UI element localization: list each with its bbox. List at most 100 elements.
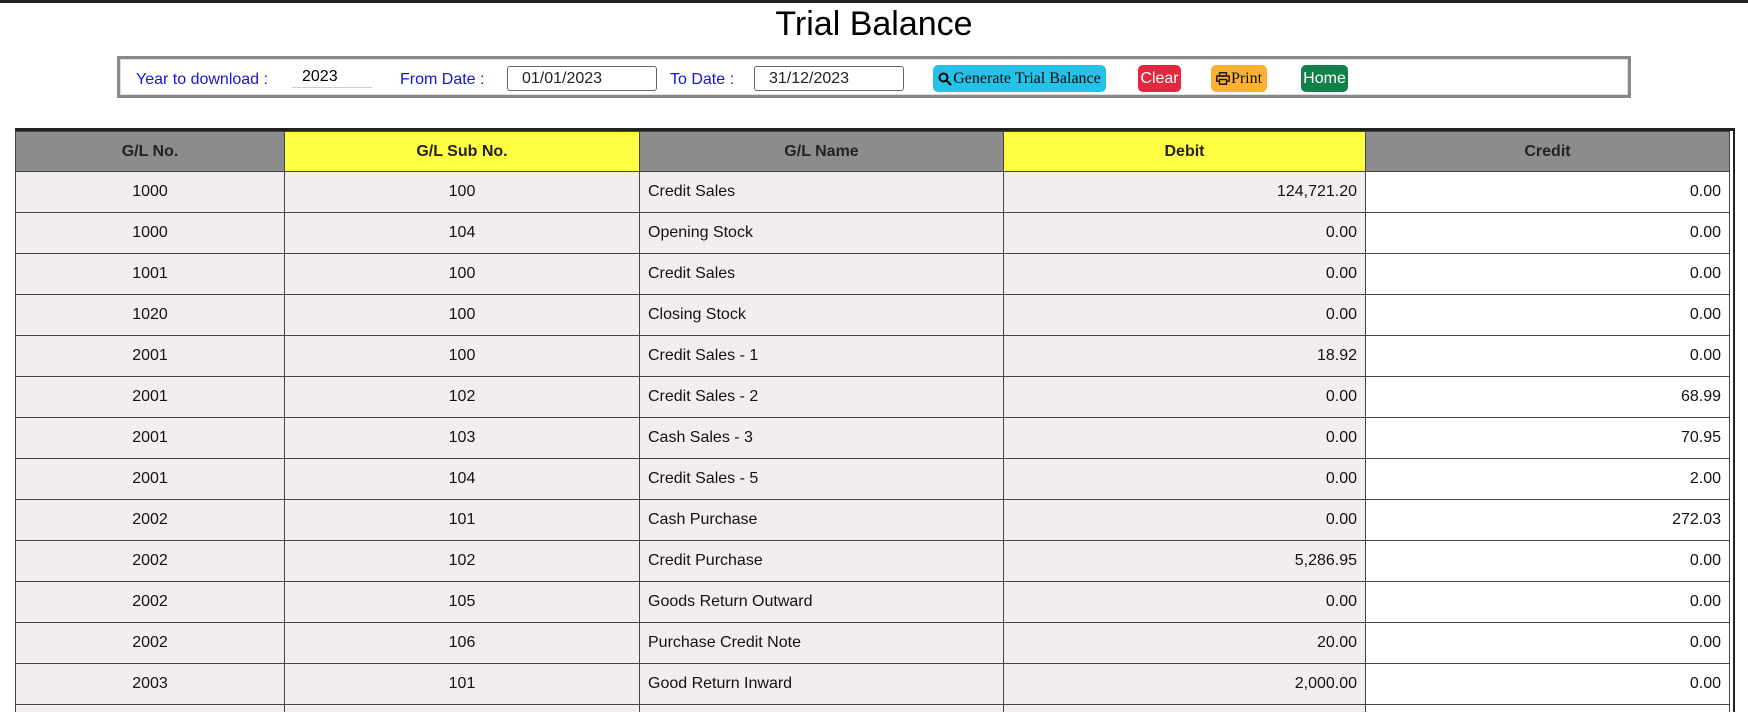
print-button-label: Print <box>1230 69 1263 87</box>
gl-no-cell: 2002 <box>15 499 285 541</box>
table-row: 2002 105 Goods Return Outward 0.00 0.00 <box>15 581 1730 623</box>
gl-sub-no-cell: 101 <box>284 663 640 705</box>
clear-button-label: Clear <box>1140 69 1179 87</box>
gl-sub-no-cell: 100 <box>284 171 640 213</box>
gl-name-cell <box>639 704 1004 712</box>
table-row <box>15 704 1730 712</box>
gl-name-cell: Goods Return Outward <box>639 581 1004 623</box>
table-row: 1000 104 Opening Stock 0.00 0.00 <box>15 212 1730 254</box>
gl-no-cell: 1000 <box>15 212 285 254</box>
debit-cell: 124,721.20 <box>1003 171 1366 213</box>
gl-sub-no-cell: 100 <box>284 253 640 295</box>
debit-cell: 0.00 <box>1003 499 1366 541</box>
column-header-gl-name: G/L Name <box>639 131 1004 172</box>
gl-sub-no-cell: 104 <box>284 212 640 254</box>
credit-cell: 0.00 <box>1365 581 1730 623</box>
gl-name-cell: Credit Sales - 1 <box>639 335 1004 377</box>
table-row: 2002 102 Credit Purchase 5,286.95 0.00 <box>15 540 1730 582</box>
gl-sub-no-cell: 104 <box>284 458 640 500</box>
debit-cell: 0.00 <box>1003 253 1366 295</box>
gl-no-cell: 2001 <box>15 458 285 500</box>
credit-cell: 272.03 <box>1365 499 1730 541</box>
home-button[interactable]: Home <box>1301 65 1348 92</box>
filter-toolbar: Year to download : From Date : To Date :… <box>117 56 1631 98</box>
gl-no-cell: 2002 <box>15 540 285 582</box>
credit-cell <box>1365 704 1730 712</box>
debit-cell: 0.00 <box>1003 376 1366 418</box>
print-button[interactable]: Print <box>1211 65 1267 92</box>
debit-cell: 0.00 <box>1003 212 1366 254</box>
gl-no-cell: 1020 <box>15 294 285 336</box>
gl-no-cell: 1000 <box>15 171 285 213</box>
gl-sub-no-cell: 101 <box>284 499 640 541</box>
debit-cell: 0.00 <box>1003 294 1366 336</box>
gl-name-cell: Cash Sales - 3 <box>639 417 1004 459</box>
credit-cell: 0.00 <box>1365 622 1730 664</box>
table-body: 1000 100 Credit Sales 124,721.20 0.00 1000 104… <box>15 171 1730 712</box>
trial-balance-table-container: G/L No. G/L Sub No. G/L Name Debit Credi… <box>15 128 1735 712</box>
debit-cell: 18.92 <box>1003 335 1366 377</box>
gl-no-cell: 2001 <box>15 335 285 377</box>
generate-trial-balance-button[interactable]: Generate Trial Balance <box>933 65 1106 92</box>
credit-cell: 0.00 <box>1365 212 1730 254</box>
gl-no-cell: 2001 <box>15 376 285 418</box>
gl-sub-no-cell: 102 <box>284 376 640 418</box>
credit-cell: 0.00 <box>1365 663 1730 705</box>
gl-name-cell: Credit Sales - 5 <box>639 458 1004 500</box>
gl-no-cell: 2002 <box>15 581 285 623</box>
gl-no-cell: 2001 <box>15 417 285 459</box>
home-button-label: Home <box>1303 69 1346 87</box>
credit-cell: 0.00 <box>1365 294 1730 336</box>
debit-cell: 0.00 <box>1003 581 1366 623</box>
gl-sub-no-cell: 103 <box>284 417 640 459</box>
to-date-input[interactable] <box>754 66 904 91</box>
credit-cell: 0.00 <box>1365 171 1730 213</box>
column-header-credit: Credit <box>1365 131 1730 172</box>
gl-sub-no-cell: 100 <box>284 294 640 336</box>
credit-cell: 0.00 <box>1365 540 1730 582</box>
gl-no-cell: 1001 <box>15 253 285 295</box>
credit-cell: 0.00 <box>1365 253 1730 295</box>
credit-cell: 2.00 <box>1365 458 1730 500</box>
top-border-line <box>0 0 1748 3</box>
clear-button[interactable]: Clear <box>1138 65 1181 92</box>
gl-name-cell: Purchase Credit Note <box>639 622 1004 664</box>
credit-cell: 0.00 <box>1365 335 1730 377</box>
printer-icon <box>1216 72 1230 85</box>
generate-button-label: Generate Trial Balance <box>953 69 1101 87</box>
gl-name-cell: Credit Sales - 2 <box>639 376 1004 418</box>
table-row: 1001 100 Credit Sales 0.00 0.00 <box>15 253 1730 295</box>
gl-no-cell: 2002 <box>15 622 285 664</box>
gl-name-cell: Cash Purchase <box>639 499 1004 541</box>
table-row: 2003 101 Good Return Inward 2,000.00 0.00 <box>15 663 1730 705</box>
credit-cell: 70.95 <box>1365 417 1730 459</box>
column-header-gl-sub-no: G/L Sub No. <box>284 131 640 172</box>
gl-name-cell: Good Return Inward <box>639 663 1004 705</box>
debit-cell <box>1003 704 1366 712</box>
gl-name-cell: Credit Sales <box>639 171 1004 213</box>
trial-balance-table: G/L No. G/L Sub No. G/L Name Debit Credi… <box>15 131 1730 712</box>
gl-no-cell: 2003 <box>15 663 285 705</box>
gl-sub-no-cell: 106 <box>284 622 640 664</box>
table-row: 2002 101 Cash Purchase 0.00 272.03 <box>15 499 1730 541</box>
search-icon <box>938 72 953 86</box>
gl-sub-no-cell: 100 <box>284 335 640 377</box>
table-row: 2001 100 Credit Sales - 1 18.92 0.00 <box>15 335 1730 377</box>
table-row: 2001 102 Credit Sales - 2 0.00 68.99 <box>15 376 1730 418</box>
from-date-input[interactable] <box>507 66 657 91</box>
gl-name-cell: Credit Purchase <box>639 540 1004 582</box>
debit-cell: 5,286.95 <box>1003 540 1366 582</box>
table-row: 2002 106 Purchase Credit Note 20.00 0.00 <box>15 622 1730 664</box>
gl-sub-no-cell <box>284 704 640 712</box>
year-input[interactable] <box>292 66 372 88</box>
table-row: 2001 103 Cash Sales - 3 0.00 70.95 <box>15 417 1730 459</box>
page-title: Trial Balance <box>775 5 973 43</box>
gl-sub-no-cell: 102 <box>284 540 640 582</box>
gl-name-cell: Closing Stock <box>639 294 1004 336</box>
to-date-label: To Date : <box>670 71 735 88</box>
gl-name-cell: Opening Stock <box>639 212 1004 254</box>
debit-cell: 2,000.00 <box>1003 663 1366 705</box>
table-row: 1020 100 Closing Stock 0.00 0.00 <box>15 294 1730 336</box>
table-row: 2001 104 Credit Sales - 5 0.00 2.00 <box>15 458 1730 500</box>
from-date-label: From Date : <box>400 71 485 88</box>
